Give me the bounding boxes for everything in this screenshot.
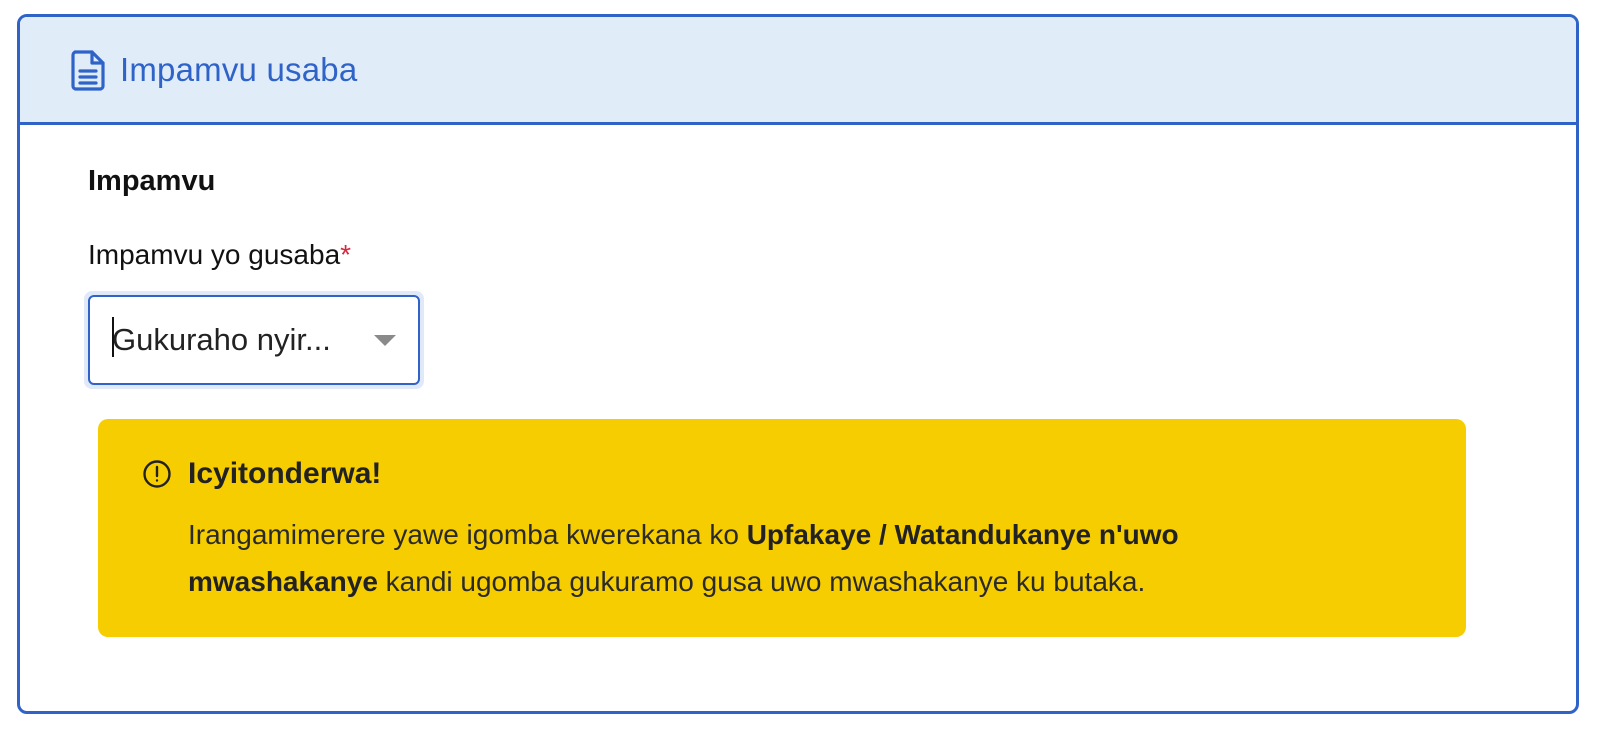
warning-alert: Icyitonderwa! Irangamimerere yawe igomba…: [98, 419, 1466, 637]
card-title: Impamvu usaba: [120, 50, 358, 88]
chevron-down-icon[interactable]: [374, 335, 396, 346]
alert-text-part2: kandi ugomba gukuramo gusa uwo mwashakan…: [377, 566, 1146, 597]
section-title: Impamvu: [88, 165, 216, 197]
reason-field-label: Impamvu yo gusaba*: [88, 239, 351, 271]
reason-select-value: Gukuraho nyir...: [112, 322, 331, 357]
reason-select[interactable]: Gukuraho nyir...: [88, 295, 420, 385]
alert-header: Icyitonderwa!: [142, 457, 1426, 491]
reason-select-focus-ring: Gukuraho nyir...: [84, 291, 424, 389]
required-marker: *: [340, 239, 352, 270]
alert-title: Icyitonderwa!: [188, 457, 382, 490]
alert-text-part1: Irangamimerere yawe igomba kwerekana ko: [188, 519, 747, 550]
card-header: Impamvu usaba: [20, 17, 1576, 125]
alert-message: Irangamimerere yawe igomba kwerekana ko …: [188, 511, 1338, 605]
exclamation-circle-icon: [142, 459, 172, 489]
text-cursor: [112, 317, 114, 357]
document-icon: [70, 49, 106, 91]
reason-field-label-text: Impamvu yo gusaba: [88, 239, 341, 270]
reason-card: Impamvu usaba Impamvu Impamvu yo gusaba*…: [17, 14, 1579, 714]
